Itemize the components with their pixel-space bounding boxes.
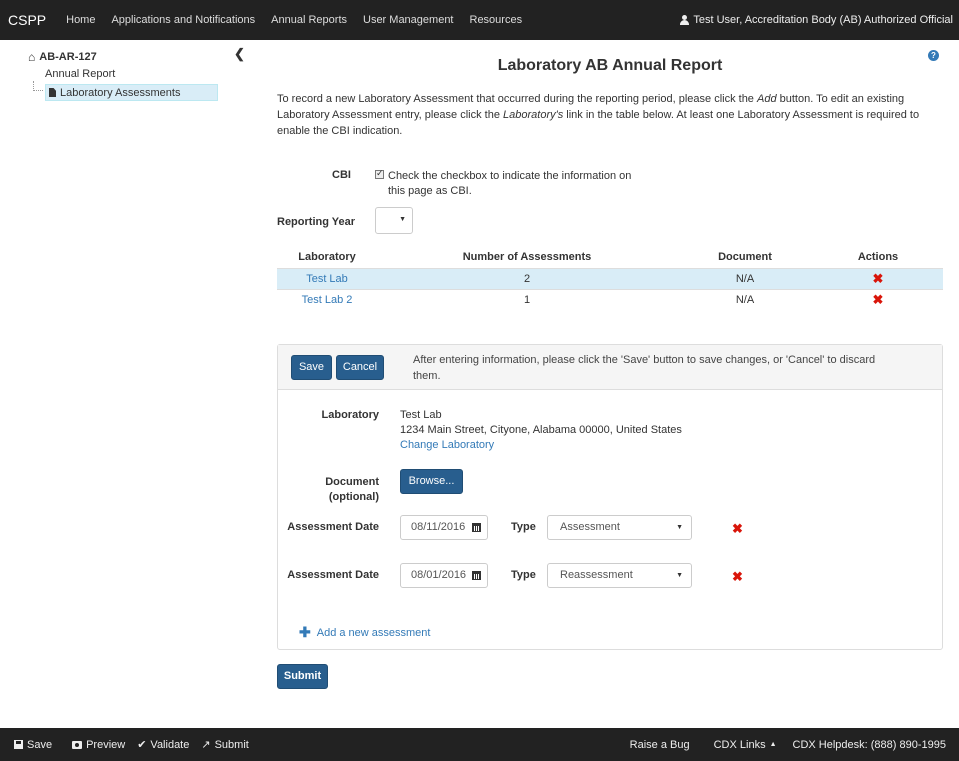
laboratory-table: Laboratory Number of Assessments Documen… [277,247,943,310]
col-document: Document [677,247,813,269]
assessment-date-label: Assessment Date [287,521,379,533]
document-label: Document (optional) [325,476,379,503]
reporting-year-label: Reporting Year [277,216,356,228]
nav-annual-reports[interactable]: Annual Reports [263,14,355,26]
home-icon: ⌂ [28,50,36,64]
col-laboratory: Laboratory [277,247,377,269]
document-icon [49,88,56,97]
plus-icon: ✚ [299,624,311,640]
tree-item-annual-report[interactable]: Annual Report [45,68,219,80]
delete-icon[interactable]: ✖ [873,292,884,307]
footer-submit[interactable]: ↗ Submit [195,738,254,752]
brand-logo[interactable]: CSPP [0,12,58,28]
nav-home[interactable]: Home [58,14,103,26]
sidebar-tree: ⌂ AB-AR-127 Annual Report Laboratory Ass… [28,50,219,101]
remove-assessment-icon[interactable]: ✖ [732,569,743,585]
caret-up-icon: ▲ [769,741,777,748]
delete-icon[interactable]: ✖ [873,271,884,286]
collapse-sidebar-icon[interactable]: ❮ [234,46,245,62]
browse-button[interactable]: Browse... [400,469,463,494]
user-icon [679,15,690,25]
tree-item-label: Laboratory Assessments [60,86,181,99]
footer-validate[interactable]: ✔ Validate [131,738,195,752]
check-icon: ✔ [137,739,147,751]
remove-assessment-icon[interactable]: ✖ [732,521,743,537]
user-name: Test User, Accreditation Body (AB) Autho… [693,14,953,26]
laboratory-label: Laboratory [321,409,379,421]
submit-button[interactable]: Submit [277,664,328,689]
col-actions: Actions [813,247,943,269]
calendar-icon[interactable] [472,523,481,532]
tree-root[interactable]: ⌂ AB-AR-127 [28,50,218,64]
table-row: Test Lab 2 N/A ✖ [277,267,943,289]
type-label: Type [511,569,536,581]
calendar-icon[interactable] [472,571,481,580]
tree-root-label: AB-AR-127 [39,51,97,63]
nav-resources[interactable]: Resources [462,14,531,26]
type-label: Type [511,521,536,533]
chevron-down-icon: ▼ [399,216,406,223]
add-assessment-link[interactable]: ✚ Add a new assessment [299,624,430,641]
raise-bug-link[interactable]: Raise a Bug [622,739,698,751]
footer-save[interactable]: Save [0,739,58,751]
laboratory-info: Test Lab 1234 Main Street, Cityone, Alab… [400,408,682,453]
tree-item-laboratory-assessments[interactable]: Laboratory Assessments [45,84,218,101]
edit-panel: Save Cancel After entering information, … [277,344,943,650]
tree-connector [33,81,43,91]
camera-icon [72,740,83,749]
assessment-date-input[interactable]: 08/11/2016 [400,515,488,540]
cbi-label: CBI [332,169,351,181]
type-select[interactable]: Reassessment ▼ [547,563,692,588]
cdx-links-menu[interactable]: CDX Links ▲ [706,739,785,751]
cdx-helpdesk: CDX Helpdesk: (888) 890-1995 [792,738,946,751]
footer-toolbar: Save Preview ✔ Validate ↗ Submit Raise a… [0,728,959,761]
assessment-count: 2 [377,267,677,289]
page-title: Laboratory AB Annual Report [497,57,723,74]
laboratory-link[interactable]: Test Lab [306,273,348,285]
lab-name: Test Lab [400,409,442,421]
table-row: Test Lab 2 1 N/A ✖ [277,288,943,310]
col-number-of-assessments: Number of Assessments [377,247,677,269]
panel-message: After entering information, please click… [413,354,876,382]
panel-header: Save Cancel After entering information, … [278,345,942,390]
top-navbar: CSPP Home Applications and Notifications… [0,0,959,40]
save-button[interactable]: Save [291,355,332,380]
assessment-date-input[interactable]: 08/01/2016 [400,563,488,588]
reporting-year-select[interactable]: ▼ [375,207,413,234]
add-assessment-label: Add a new assessment [316,626,431,639]
chevron-down-icon: ▼ [676,524,683,531]
save-icon [14,740,23,749]
assessment-count: 1 [377,288,677,310]
intro-text: To record a new Laboratory Assessment th… [277,93,920,137]
laboratory-link[interactable]: Test Lab 2 [302,294,353,306]
footer-preview[interactable]: Preview [66,739,131,751]
document-value: N/A [677,288,813,310]
type-select[interactable]: Assessment ▼ [547,515,692,540]
chevron-down-icon: ▼ [676,572,683,579]
user-menu[interactable]: Test User, Accreditation Body (AB) Autho… [679,14,959,26]
cancel-button[interactable]: Cancel [336,355,384,380]
external-link-icon: ↗ [201,739,211,751]
assessment-date-label: Assessment Date [287,569,379,581]
document-value: N/A [677,267,813,289]
nav-user-management[interactable]: User Management [355,14,462,26]
lab-address: 1234 Main Street, Cityone, Alabama 00000… [400,424,682,436]
cbi-checkbox[interactable] [375,168,387,181]
nav-applications[interactable]: Applications and Notifications [103,14,263,26]
cbi-description: Check the checkbox to indicate the infor… [388,170,632,197]
change-laboratory-link[interactable]: Change Laboratory [400,438,682,453]
